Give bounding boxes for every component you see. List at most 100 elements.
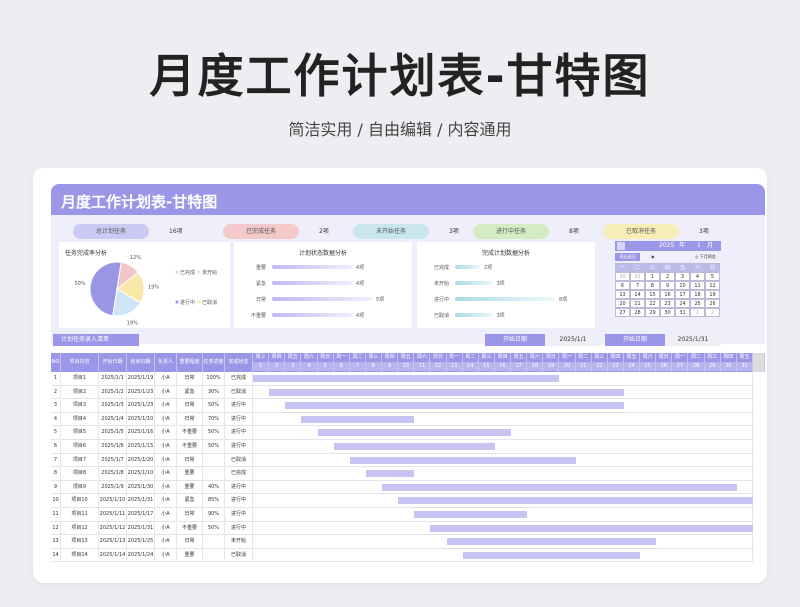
table-cell[interactable]: 进行中	[225, 521, 253, 536]
table-cell[interactable]: 2025/1/15	[127, 440, 155, 454]
table-cell[interactable]	[203, 535, 225, 549]
table-cell[interactable]: 14	[51, 548, 61, 563]
table-cell[interactable]: 2025/1/20	[127, 453, 155, 468]
table-cell[interactable]: 进行中	[225, 440, 253, 454]
table-cell[interactable]: 50%	[203, 399, 225, 413]
table-cell[interactable]: 日常	[177, 412, 203, 427]
table-cell[interactable]: 已完成	[225, 372, 253, 386]
table-cell[interactable]: 小A	[155, 467, 177, 481]
calendar-day[interactable]: 23	[660, 299, 675, 308]
table-cell[interactable]	[203, 467, 225, 481]
calendar-day[interactable]: 8	[645, 281, 660, 290]
calendar-day[interactable]: 5	[705, 272, 720, 281]
table-cell[interactable]: 日常	[177, 535, 203, 549]
calendar-day[interactable]: 12	[705, 281, 720, 290]
calendar-day[interactable]: 26	[705, 299, 720, 308]
calendar-day[interactable]: 1	[645, 272, 660, 281]
table-cell[interactable]: 30%	[203, 385, 225, 400]
table-cell[interactable]: 2025/1/19	[127, 372, 155, 386]
table-cell[interactable]: 项目8	[61, 467, 99, 481]
table-cell[interactable]: 小A	[155, 426, 177, 440]
calendar-day[interactable]: 9	[660, 281, 675, 290]
calendar-day[interactable]: 15	[645, 290, 660, 299]
table-cell[interactable]: 2025/1/2	[99, 385, 127, 400]
table-cell[interactable]: 小A	[155, 453, 177, 468]
table-cell[interactable]: 进行中	[225, 508, 253, 522]
calendar-day[interactable]: 31	[675, 308, 690, 317]
table-cell[interactable]: 9	[51, 480, 61, 495]
calendar-day[interactable]: 21	[630, 299, 645, 308]
table-cell[interactable]: 小A	[155, 412, 177, 427]
table-cell[interactable]: 不重要	[177, 521, 203, 536]
calendar-day[interactable]: 27	[615, 308, 630, 317]
calendar-day[interactable]: 20	[615, 299, 630, 308]
table-cell[interactable]: 日常	[177, 453, 203, 468]
table-cell[interactable]: 4	[51, 412, 61, 427]
calendar-day[interactable]: 3	[675, 272, 690, 281]
table-cell[interactable]: 小A	[155, 399, 177, 413]
table-cell[interactable]: 2025/1/1	[99, 372, 127, 386]
table-cell[interactable]: 小A	[155, 440, 177, 454]
table-cell[interactable]: 紧急	[177, 385, 203, 400]
end-date-value[interactable]: 2025/1/31	[665, 334, 721, 346]
table-cell[interactable]: 70%	[203, 412, 225, 427]
table-cell[interactable]: 未开始	[225, 535, 253, 549]
table-cell[interactable]	[203, 548, 225, 563]
table-cell[interactable]: 2025/1/16	[127, 426, 155, 440]
table-cell[interactable]: 小A	[155, 521, 177, 536]
table-cell[interactable]: 项目4	[61, 412, 99, 427]
table-cell[interactable]: 进行中	[225, 399, 253, 413]
table-cell[interactable]: 2025/1/8	[99, 467, 127, 481]
calendar-day[interactable]: 29	[645, 308, 660, 317]
table-cell[interactable]: 7	[51, 453, 61, 468]
calendar-day[interactable]: 17	[675, 290, 690, 299]
table-cell[interactable]: 重要	[177, 467, 203, 481]
table-cell[interactable]: 50%	[203, 440, 225, 454]
table-cell[interactable]: 项目6	[61, 440, 99, 454]
table-cell[interactable]: 1	[51, 372, 61, 386]
table-cell[interactable]: 小A	[155, 548, 177, 563]
table-cell[interactable]: 10	[51, 494, 61, 508]
table-cell[interactable]: 重要	[177, 480, 203, 495]
table-cell[interactable]: 项目12	[61, 521, 99, 536]
table-cell[interactable]: 已取消	[225, 385, 253, 400]
table-cell[interactable]: 项目13	[61, 535, 99, 549]
table-cell[interactable]: 2025/1/6	[99, 440, 127, 454]
table-cell[interactable]: 12	[51, 521, 61, 536]
table-cell[interactable]: 2025/1/17	[127, 508, 155, 522]
table-cell[interactable]: 2025/1/10	[127, 467, 155, 481]
table-cell[interactable]: 进行中	[225, 480, 253, 495]
table-cell[interactable]: 小A	[155, 480, 177, 495]
table-cell[interactable]: 2025/1/10	[99, 494, 127, 508]
table-cell[interactable]: 2025/1/13	[99, 535, 127, 549]
table-cell[interactable]: 2025/1/31	[127, 494, 155, 508]
table-cell[interactable]: 进行中	[225, 426, 253, 440]
table-cell[interactable]: 2025/1/23	[127, 399, 155, 413]
calendar-day[interactable]: 22	[645, 299, 660, 308]
table-cell[interactable]: 13	[51, 535, 61, 549]
table-cell[interactable]: 项目1	[61, 372, 99, 386]
calendar-today-button[interactable]: 现在返回	[615, 253, 640, 261]
table-cell[interactable]: 6	[51, 440, 61, 454]
table-cell[interactable]: 11	[51, 508, 61, 522]
table-cell[interactable]: 2025/1/11	[99, 508, 127, 522]
table-cell[interactable]: 50%	[203, 521, 225, 536]
calendar-day[interactable]: 11	[690, 281, 705, 290]
table-cell[interactable]: 2025/1/25	[127, 535, 155, 549]
table-cell[interactable]: 2025/1/14	[99, 548, 127, 563]
table-cell[interactable]: 日常	[177, 508, 203, 522]
calendar-day[interactable]: 10	[675, 281, 690, 290]
calendar-day[interactable]: 1	[690, 308, 705, 317]
table-cell[interactable]: 重要	[177, 548, 203, 563]
table-cell[interactable]: 100%	[203, 372, 225, 386]
table-cell[interactable]: 2025/1/10	[127, 412, 155, 427]
table-cell[interactable]: 项目3	[61, 399, 99, 413]
table-cell[interactable]: 项目9	[61, 480, 99, 495]
table-cell[interactable]: 小A	[155, 508, 177, 522]
table-cell[interactable]: 2025/1/12	[99, 521, 127, 536]
table-cell[interactable]: 3	[51, 399, 61, 413]
table-cell[interactable]: 小A	[155, 385, 177, 400]
table-cell[interactable]: 不重要	[177, 426, 203, 440]
table-cell[interactable]: 2025/1/5	[99, 426, 127, 440]
table-cell[interactable]: 2025/1/9	[99, 480, 127, 495]
